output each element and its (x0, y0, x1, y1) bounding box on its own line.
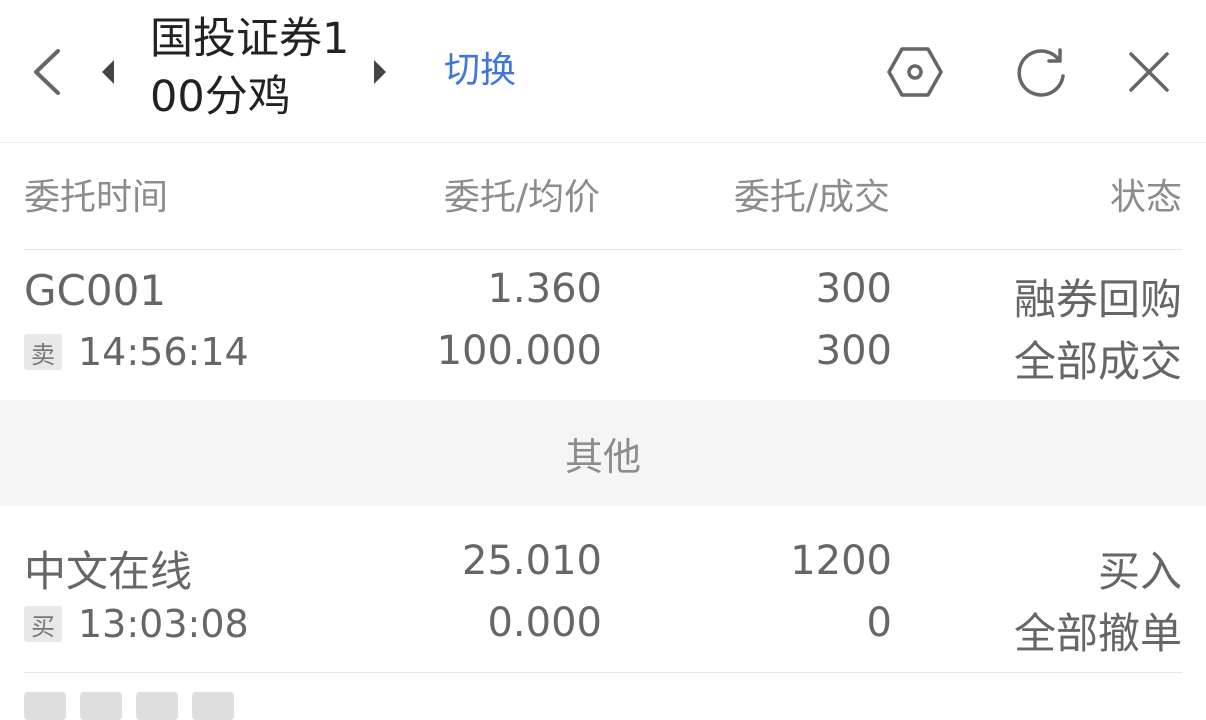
column-header-status: 状态 (1109, 177, 1182, 218)
table-header: 委托时间 委托/均价 委托/成交 状态 (24, 168, 1182, 232)
back-button[interactable] (18, 40, 76, 104)
order-time-group: 卖 14:56:14 (24, 330, 249, 374)
order-status: 全部撤单 (1013, 609, 1182, 658)
order-time: 13:03:08 (78, 602, 249, 646)
order-type: 融券回购 (1013, 275, 1182, 324)
order-time-group: 买 13:03:08 (24, 602, 249, 646)
order-type: 买入 (1097, 547, 1182, 596)
column-header-quantity: 委托/成交 (733, 177, 890, 218)
column-header-price: 委托/均价 (443, 177, 600, 218)
top-bar: 国投证券100分鸡 切换 (0, 0, 1206, 143)
average-price: 100.000 (436, 328, 602, 374)
security-name: 中文在线 (24, 547, 193, 596)
previous-account-button[interactable] (92, 52, 124, 92)
section-header-other: 其他 (0, 400, 1206, 506)
next-account-button[interactable] (364, 52, 396, 92)
clipped-text-fragment (192, 692, 234, 720)
sell-badge: 卖 (24, 334, 62, 370)
clipped-text-fragment (24, 692, 66, 720)
close-button[interactable] (1116, 38, 1182, 106)
refresh-button[interactable] (1006, 38, 1076, 106)
chevron-left-icon (34, 49, 60, 95)
refresh-icon (1017, 48, 1065, 97)
order-quantity: 1200 (790, 538, 892, 584)
clipped-text-fragment (136, 692, 178, 720)
order-time: 14:56:14 (78, 330, 249, 374)
filled-quantity: 300 (815, 328, 892, 374)
account-title: 国投证券100分鸡 (150, 14, 350, 122)
row-divider (24, 672, 1182, 673)
order-list-page: 国投证券100分鸡 切换 委托时间 委托/均价 委托/成交 状态 GC001 卖… (0, 0, 1206, 720)
header-divider (24, 249, 1182, 250)
order-price: 25.010 (462, 538, 602, 584)
close-icon (1129, 52, 1169, 92)
order-row[interactable]: GC001 卖 14:56:14 1.360 100.000 300 300 融… (24, 256, 1182, 386)
buy-badge: 买 (24, 606, 62, 642)
order-price: 1.360 (487, 266, 602, 312)
order-row[interactable]: 中文在线 买 13:03:08 25.010 0.000 1200 0 买入 全… (24, 528, 1182, 658)
hexagon-settings-icon (887, 47, 943, 97)
filled-quantity: 0 (866, 600, 892, 646)
column-header-time: 委托时间 (24, 177, 169, 218)
security-name: GC001 (24, 266, 167, 315)
clipped-text-fragment (80, 692, 122, 720)
caret-right-icon (374, 60, 386, 84)
clipped-next-row (24, 688, 324, 720)
settings-button[interactable] (880, 38, 950, 106)
order-quantity: 300 (815, 266, 892, 312)
average-price: 0.000 (487, 600, 602, 646)
caret-left-icon (102, 60, 114, 84)
switch-account-link[interactable]: 切换 (444, 46, 516, 96)
order-status: 全部成交 (1013, 337, 1182, 386)
